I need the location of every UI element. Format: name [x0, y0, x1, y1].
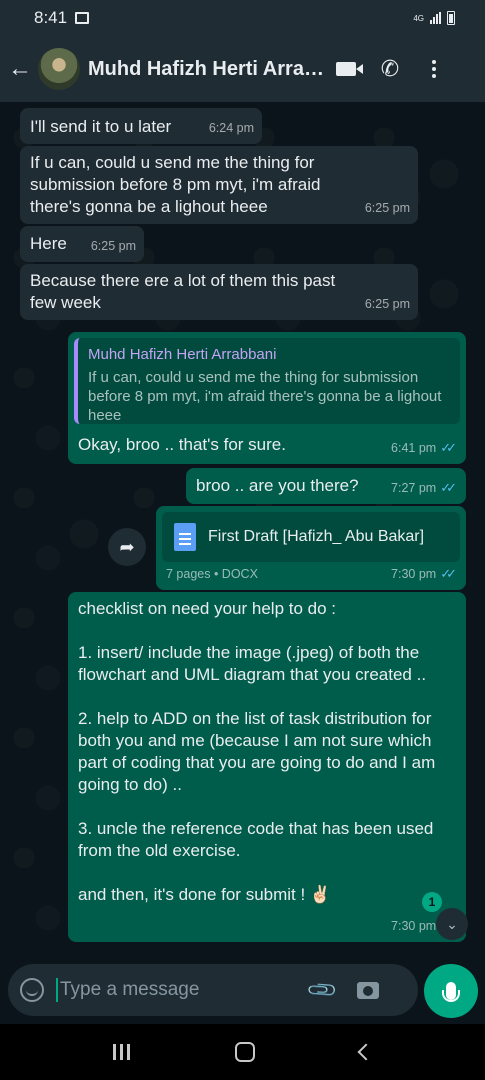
- message-input[interactable]: [56, 978, 296, 1002]
- back-nav-icon[interactable]: [357, 1043, 375, 1061]
- more-options-button[interactable]: [412, 49, 456, 89]
- chat-header: ← Muhd Hafizh Herti Arrabbani ✆: [0, 36, 485, 102]
- message-time: 7:30 pm: [391, 567, 437, 581]
- system-nav-bar: [0, 1024, 485, 1080]
- checklist-title: checklist on need your help to do :: [78, 599, 336, 618]
- message-bubble-outgoing[interactable]: broo .. are you there? 7:27 pm ✓✓: [186, 468, 466, 504]
- message-time: 7:30 pm: [391, 919, 437, 933]
- message-bubble-incoming[interactable]: Because there ere a lot of them this pas…: [20, 264, 418, 320]
- microphone-icon: [442, 982, 460, 1002]
- message-time: 6:25 pm: [364, 201, 410, 215]
- message-bubble-incoming[interactable]: If u can, could u send me the thing for …: [20, 146, 418, 224]
- message-time: 6:24 pm: [208, 121, 254, 135]
- unread-count-badge: 1: [422, 892, 442, 912]
- message-time: 7:27 pm: [391, 481, 437, 495]
- message-bubble-incoming[interactable]: I'll send it to u later 6:24 pm: [20, 108, 262, 144]
- status-icons: 4G: [413, 11, 455, 25]
- composer: 📎: [0, 952, 485, 1024]
- message-text: Here: [30, 234, 67, 253]
- chevron-down-icon: ⌄: [446, 915, 458, 932]
- contact-avatar[interactable]: [38, 48, 80, 90]
- back-arrow-icon[interactable]: ←: [2, 49, 38, 89]
- document-name: First Draft [Hafizh_ Abu Bakar]: [208, 528, 425, 545]
- message-time: 6:41 pm: [391, 441, 437, 455]
- status-bar: 8:41 4G: [0, 0, 485, 36]
- read-ticks-icon: ✓✓: [440, 566, 457, 581]
- checklist-item: 3. uncle the reference code that has bee…: [78, 819, 434, 860]
- checklist-item: 2. help to ADD on the list of task distr…: [78, 709, 436, 794]
- message-time: 6:25 pm: [90, 239, 136, 253]
- video-camera-icon: [336, 62, 363, 76]
- network-type: 4G: [413, 13, 424, 23]
- status-time: 8:41: [34, 8, 68, 27]
- more-vertical-icon: [432, 60, 436, 78]
- attach-icon[interactable]: 📎: [305, 972, 340, 1007]
- document-meta: 7 pages • DOCX: [166, 567, 258, 581]
- contact-name[interactable]: Muhd Hafizh Herti Arrabbani: [88, 58, 324, 81]
- gallery-notification-icon: [75, 12, 90, 24]
- quoted-author: Muhd Hafizh Herti Arrabbani: [88, 346, 277, 363]
- message-bubble-incoming[interactable]: Here 6:25 pm: [20, 226, 144, 262]
- battery-icon: [447, 11, 455, 25]
- read-ticks-icon: ✓✓: [440, 440, 457, 455]
- camera-icon[interactable]: [356, 981, 379, 999]
- message-bubble-outgoing[interactable]: Muhd Hafizh Herti Arrabbani If u can, co…: [68, 332, 466, 464]
- quoted-text: If u can, could u send me the thing for …: [88, 369, 442, 424]
- phone-icon: ✆: [380, 56, 400, 81]
- document-card[interactable]: First Draft [Hafizh_ Abu Bakar]: [162, 512, 460, 562]
- message-meta: 7:27 pm ✓✓: [391, 477, 458, 499]
- read-ticks-icon: ✓✓: [440, 480, 457, 495]
- forward-arrow-icon: ➦: [119, 536, 135, 557]
- signal-icon: [430, 12, 441, 24]
- checklist-closing: and then, it's done for submit ! ✌🏻: [78, 885, 332, 904]
- message-bubble-outgoing[interactable]: checklist on need your help to do : 1. i…: [68, 592, 466, 942]
- checklist-item: 1. insert/ include the image (.jpeg) of …: [78, 643, 427, 684]
- voice-call-button[interactable]: ✆: [368, 49, 412, 89]
- forward-button[interactable]: ➦: [108, 528, 146, 566]
- message-list[interactable]: I'll send it to u later 6:24 pm If u can…: [0, 102, 485, 952]
- document-icon: [174, 523, 196, 551]
- emoji-icon[interactable]: [20, 978, 44, 1002]
- message-input-bar: 📎: [8, 964, 418, 1016]
- message-meta: 6:41 pm ✓✓: [391, 437, 458, 459]
- message-meta: 7:30 pm ✓✓: [391, 563, 458, 585]
- message-text: If u can, could u send me the thing for …: [30, 153, 321, 216]
- message-text: I'll send it to u later: [30, 117, 172, 136]
- recent-apps-icon[interactable]: [112, 1044, 130, 1060]
- message-text: Okay, broo .. that's for sure.: [78, 435, 286, 454]
- message-time: 6:25 pm: [364, 297, 410, 311]
- home-icon[interactable]: [234, 1042, 255, 1062]
- video-call-button[interactable]: [324, 49, 368, 89]
- scroll-to-bottom-button[interactable]: ⌄: [436, 908, 468, 940]
- document-message[interactable]: First Draft [Hafizh_ Abu Bakar] 7 pages …: [156, 506, 466, 590]
- quoted-message[interactable]: Muhd Hafizh Herti Arrabbani If u can, co…: [74, 338, 460, 424]
- message-text: Because there ere a lot of them this pas…: [30, 271, 336, 312]
- voice-message-button[interactable]: [424, 964, 478, 1018]
- message-text: broo .. are you there?: [196, 476, 359, 495]
